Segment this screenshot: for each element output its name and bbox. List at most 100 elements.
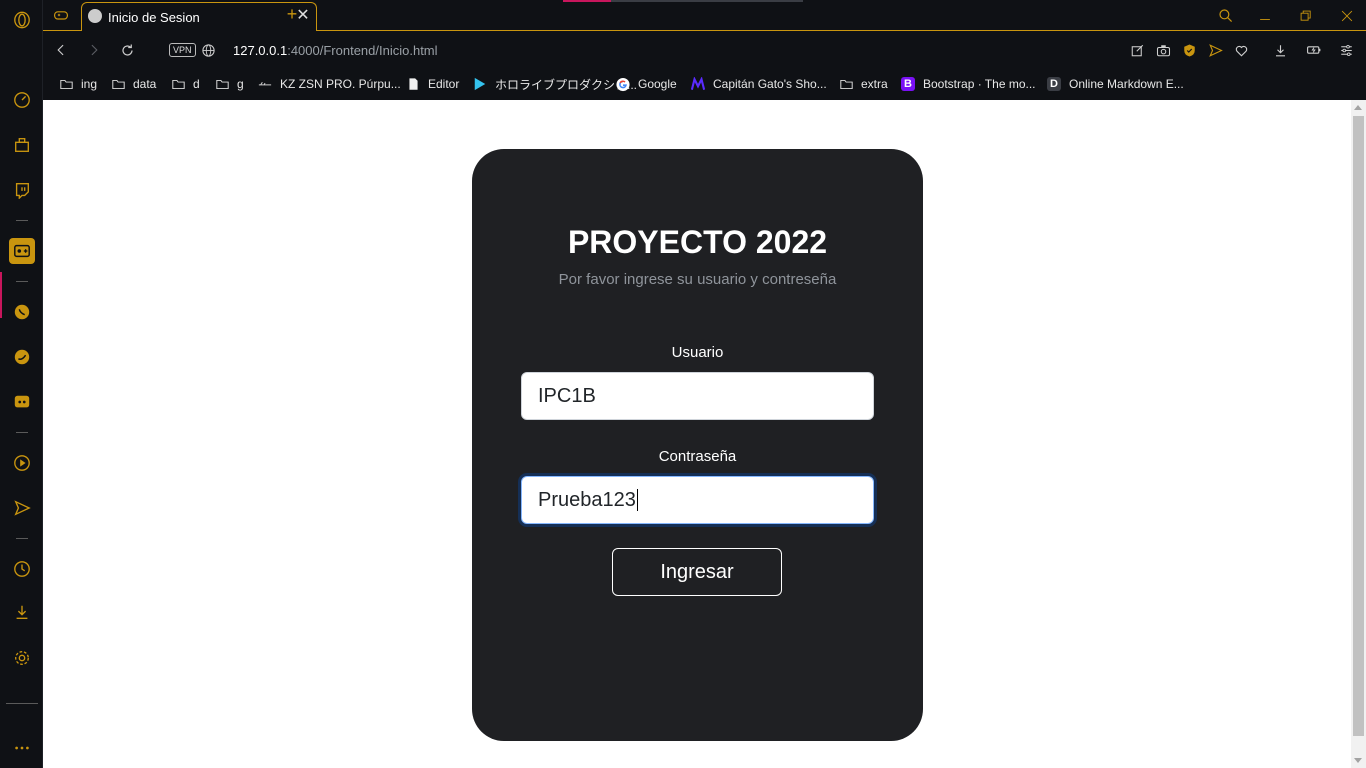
sidebar-divider — [6, 703, 38, 704]
bookmark-item[interactable]: Google — [616, 76, 677, 92]
more-options-icon[interactable] — [11, 737, 33, 759]
twitch-icon[interactable] — [11, 179, 33, 201]
folder-icon — [839, 77, 853, 91]
downloads-icon[interactable] — [11, 601, 33, 623]
login-card: PROYECTO 2022 Por favor ingrese su usuar… — [472, 149, 923, 741]
bookmark-item[interactable]: data — [111, 76, 156, 92]
d-icon: D — [1047, 77, 1061, 91]
sidebar-divider — [16, 538, 28, 539]
scroll-thumb[interactable] — [1353, 116, 1364, 736]
address-bar: VPN 127.0.0.1:4000/Frontend/Inicio.html — [43, 32, 1366, 68]
history-icon[interactable] — [11, 558, 33, 580]
bookmark-item[interactable]: d — [171, 76, 200, 92]
snapshot-edit-icon[interactable] — [1128, 41, 1146, 59]
page-title: PROYECTO 2022 — [567, 224, 828, 260]
twitter-icon[interactable] — [11, 346, 33, 368]
gamepad-icon[interactable] — [52, 6, 70, 24]
reload-icon[interactable] — [118, 41, 136, 59]
discord-icon[interactable] — [11, 391, 33, 413]
tab-strip-indicator — [611, 0, 803, 2]
page-content: PROYECTO 2022 Por favor ingrese su usuar… — [43, 100, 1351, 768]
close-window-icon[interactable] — [1337, 6, 1357, 26]
speed-dial-icon[interactable] — [11, 89, 33, 111]
bookmark-item[interactable]: ホロライブプロダクショ... — [473, 76, 637, 92]
folder-icon — [111, 77, 125, 91]
player-icon[interactable] — [11, 452, 33, 474]
url-host: 127.0.0.1 — [233, 43, 288, 58]
page-subtitle: Por favor ingrese su usuario y contreseñ… — [558, 271, 837, 288]
bookmark-label: KZ ZSN PRO. Púrpu... — [280, 77, 401, 91]
text-caret — [636, 489, 638, 511]
bookmark-item[interactable]: extra — [839, 76, 888, 92]
forward-arrow-icon[interactable] — [85, 41, 103, 59]
bookmark-label: Google — [638, 77, 677, 91]
username-label: Usuario — [671, 344, 724, 361]
briefcase-icon[interactable] — [11, 134, 33, 156]
gx-control-icon[interactable] — [9, 238, 35, 264]
globe-icon[interactable] — [199, 41, 217, 59]
sidebar-divider — [16, 281, 28, 282]
bookmark-label: data — [133, 77, 157, 91]
new-tab-plus-icon[interactable]: + — [283, 4, 301, 24]
folder-icon — [59, 77, 73, 91]
opera-sidebar — [0, 0, 43, 768]
site-icon — [258, 77, 272, 91]
vpn-badge[interactable]: VPN — [169, 43, 196, 57]
back-arrow-icon[interactable] — [52, 41, 70, 59]
heart-bookmark-icon[interactable] — [1232, 41, 1250, 59]
battery-saver-icon[interactable] — [1305, 41, 1323, 59]
page-scrollbar[interactable] — [1351, 100, 1366, 768]
bookmark-label: ing — [81, 77, 98, 91]
google-icon — [616, 77, 630, 91]
bookmark-item[interactable]: KZ ZSN PRO. Púrpu... — [258, 76, 401, 92]
folder-icon — [171, 77, 185, 91]
bookmark-item[interactable]: Editor — [406, 76, 459, 92]
url-field[interactable]: 127.0.0.1:4000/Frontend/Inicio.html — [233, 43, 438, 58]
scroll-down-arrow-icon[interactable] — [1354, 758, 1362, 763]
bookmark-label: g — [237, 77, 244, 91]
username-input[interactable] — [521, 372, 874, 420]
tab-strip-accent — [563, 0, 611, 2]
bootstrap-icon: B — [901, 77, 915, 91]
password-label: Contraseña — [658, 448, 737, 465]
bookmark-label: d — [193, 77, 200, 91]
bookmark-item[interactable]: B Bootstrap · The mo... — [901, 76, 1036, 92]
bookmarks-bar: ing data d g KZ ZSN PRO. Púrpu... Editor… — [43, 68, 1366, 100]
folder-icon — [215, 77, 229, 91]
bookmark-label: Capitán Gato's Sho... — [713, 77, 827, 91]
opera-logo-icon[interactable] — [11, 9, 33, 31]
tab-favicon-icon — [88, 9, 102, 23]
bookmark-item[interactable]: Capitán Gato's Sho... — [691, 76, 827, 92]
search-tabs-icon[interactable] — [1216, 6, 1236, 26]
bookmark-label: Bootstrap · The mo... — [923, 77, 1036, 91]
tab-title: Inicio de Sesion — [108, 10, 200, 25]
bookmark-label: Online Markdown E... — [1069, 77, 1184, 91]
download-icon[interactable] — [1271, 41, 1289, 59]
m-icon — [691, 76, 705, 91]
send-icon[interactable] — [11, 497, 33, 519]
password-value: Prueba123 — [538, 488, 636, 511]
camera-icon[interactable] — [1154, 41, 1172, 59]
adblock-shield-icon[interactable] — [1180, 41, 1198, 59]
send-to-flow-icon[interactable] — [1206, 41, 1224, 59]
url-path: :4000/Frontend/Inicio.html — [287, 43, 438, 58]
settings-gear-icon[interactable] — [11, 647, 33, 669]
browser-window: Inicio de Sesion ✕ + VPN 127.0.0.1:4000/… — [0, 0, 1366, 768]
sidebar-active-marker — [0, 272, 2, 318]
tab-bar: Inicio de Sesion ✕ + — [43, 0, 1366, 31]
submit-button[interactable]: Ingresar — [612, 548, 782, 596]
minimize-icon[interactable] — [1255, 6, 1275, 26]
password-input[interactable]: Prueba123 — [521, 476, 874, 524]
sidebar-divider — [16, 432, 28, 433]
tab-active[interactable]: Inicio de Sesion ✕ — [81, 2, 317, 31]
play-icon — [473, 77, 487, 91]
easy-setup-icon[interactable] — [1337, 41, 1355, 59]
bookmark-item[interactable]: ing — [59, 76, 97, 92]
bookmark-item[interactable]: D Online Markdown E... — [1047, 76, 1184, 92]
bookmark-item[interactable]: g — [215, 76, 244, 92]
whatsapp-icon[interactable] — [11, 301, 33, 323]
bookmark-label: Editor — [428, 77, 460, 91]
bookmark-label: extra — [861, 77, 888, 91]
restore-icon[interactable] — [1296, 6, 1316, 26]
scroll-up-arrow-icon[interactable] — [1354, 105, 1362, 110]
